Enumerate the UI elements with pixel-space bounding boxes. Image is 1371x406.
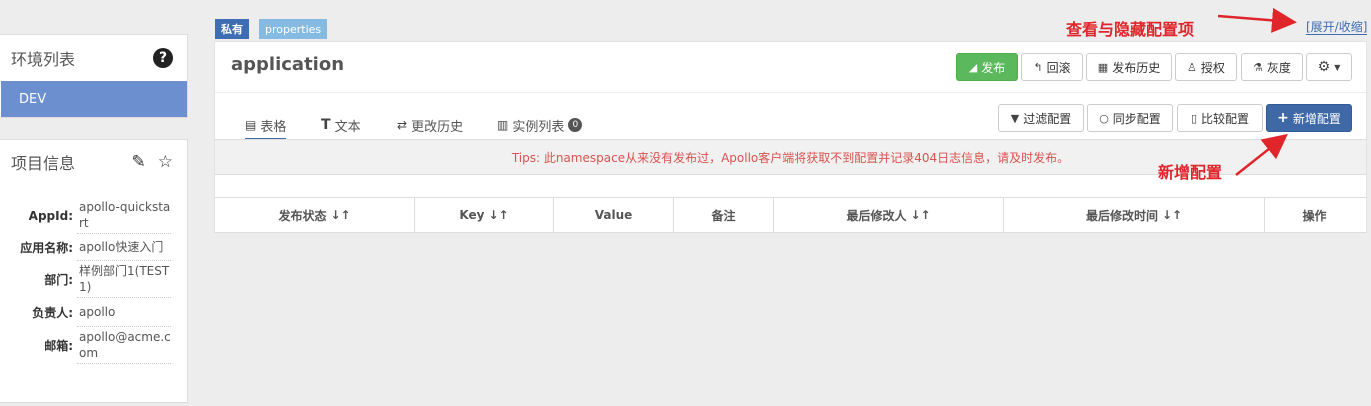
column-label: Value <box>594 208 633 222</box>
settings-dropdown-button[interactable]: ⚙ ▼ <box>1306 53 1352 81</box>
sort-icon: ↓↑ <box>330 208 351 222</box>
column-header-actions: 操作 <box>1265 198 1364 232</box>
filter-icon: ▼ <box>1010 111 1020 125</box>
sort-icon: ↓↑ <box>1161 208 1183 222</box>
info-key: 部门: <box>44 273 73 287</box>
column-header-key[interactable]: Key ↓↑ <box>415 198 554 232</box>
env-list-header: 环境列表 ? <box>0 35 187 81</box>
tab-table[interactable]: ▤ 表格 <box>245 114 287 140</box>
tab-label: 文本 <box>334 119 361 135</box>
column-header-publish-status[interactable]: 发布状态 ↓↑ <box>215 198 415 232</box>
caret-down-icon: ▼ <box>1334 62 1341 72</box>
column-label: 发布状态 <box>278 208 327 223</box>
info-key: 负责人: <box>32 306 73 320</box>
tab-label: 表格 <box>260 119 287 135</box>
gray-release-label: 灰度 <box>1266 60 1291 75</box>
namespace-title: application <box>231 54 345 75</box>
column-header-comment: 备注 <box>674 198 774 232</box>
project-info-title: 项目信息 <box>11 154 76 173</box>
flask-icon: ⚗ <box>1253 60 1263 74</box>
tab-label: 实例列表 <box>512 119 565 135</box>
column-label: 操作 <box>1302 208 1327 223</box>
edit-icon[interactable]: ✎ <box>132 152 146 172</box>
format-tag: properties <box>259 19 328 39</box>
expand-collapse-link[interactable]: [展开/收缩] <box>1306 21 1368 35</box>
env-item-label: DEV <box>19 91 47 107</box>
info-value: apollo <box>77 298 171 327</box>
add-config-label: 新增配置 <box>1292 111 1341 126</box>
text-icon: T <box>321 117 331 133</box>
rollback-icon: ↰ <box>1033 60 1043 74</box>
publish-button[interactable]: ◢ 发布 <box>956 53 1018 81</box>
rollback-label: 回滚 <box>1046 60 1071 75</box>
column-header-last-modified-time[interactable]: 最后修改时间 ↓↑ <box>1004 198 1265 232</box>
tab-label: 更改历史 <box>411 119 464 135</box>
env-list-title: 环境列表 <box>11 50 76 69</box>
gear-icon: ⚙ <box>1317 59 1331 75</box>
annotation-toggle-text: 查看与隐藏配置项 <box>1066 20 1195 39</box>
column-label: Key <box>459 208 485 222</box>
column-header-last-modifier[interactable]: 最后修改人 ↓↑ <box>774 198 1004 232</box>
column-label: 最后修改时间 <box>1085 208 1158 223</box>
grant-button[interactable]: ♙ 授权 <box>1175 53 1237 81</box>
publish-history-button[interactable]: ▦ 发布历史 <box>1086 53 1172 81</box>
instance-count-badge: 0 <box>568 118 583 132</box>
rollback-button[interactable]: ↰ 回滚 <box>1021 53 1083 81</box>
user-icon: ♙ <box>1187 60 1197 74</box>
filter-config-button[interactable]: ▼ 过滤配置 <box>998 104 1084 132</box>
publish-history-label: 发布历史 <box>1112 60 1161 75</box>
calendar-icon: ▦ <box>1097 60 1109 74</box>
instances-icon: ▥ <box>497 118 509 132</box>
publish-label: 发布 <box>981 60 1006 75</box>
tab-change-history[interactable]: ⇄ 更改历史 <box>397 114 463 136</box>
project-info-panel: 项目信息 ✎ ☆ AppId: apollo-quickstart 应用名称: … <box>0 139 188 403</box>
header-divider <box>215 92 1366 93</box>
info-value: apollo-quickstart <box>77 197 171 234</box>
filter-config-label: 过滤配置 <box>1023 111 1072 126</box>
namespace-panel: application ◢ 发布 ↰ 回滚 ▦ 发布历史 ♙ 授权 ⚗ 灰度 ⚙… <box>214 41 1367 233</box>
sync-icon: ○ <box>1099 111 1109 125</box>
info-row-email: 邮箱: apollo@acme.com <box>0 327 189 364</box>
grant-label: 授权 <box>1200 60 1225 75</box>
sort-icon: ↓↑ <box>488 208 509 222</box>
info-row-app-name: 应用名称: apollo快速入门 <box>0 234 189 261</box>
compare-icon: ▯ <box>1190 111 1198 125</box>
column-header-value: Value <box>554 198 674 232</box>
column-label: 备注 <box>711 208 736 223</box>
project-info-header: 项目信息 ✎ ☆ <box>0 140 187 184</box>
compare-config-label: 比较配置 <box>1201 111 1250 126</box>
info-row-owner: 负责人: apollo <box>0 298 189 327</box>
tab-text[interactable]: T 文本 <box>321 114 361 136</box>
add-config-button[interactable]: + 新增配置 <box>1266 104 1352 132</box>
info-value: apollo快速入门 <box>77 234 171 261</box>
config-table-header: 发布状态 ↓↑ Key ↓↑ Value 备注 最后修改人 ↓↑ 最后修改时间 … <box>215 197 1366 233</box>
info-value: apollo@acme.com <box>77 327 171 364</box>
annotation-arrow-toggle <box>1217 7 1297 33</box>
info-row-appid: AppId: apollo-quickstart <box>0 197 189 234</box>
star-icon[interactable]: ☆ <box>158 152 173 172</box>
sort-icon: ↓↑ <box>910 208 931 222</box>
history-icon: ⇄ <box>397 118 408 132</box>
plus-icon: + <box>1277 110 1289 126</box>
compare-config-button[interactable]: ▯ 比较配置 <box>1177 104 1263 132</box>
gray-release-button[interactable]: ⚗ 灰度 <box>1241 53 1303 81</box>
help-icon[interactable]: ? <box>153 48 173 68</box>
annotation-add-text: 新增配置 <box>1158 163 1223 182</box>
sync-config-button[interactable]: ○ 同步配置 <box>1087 104 1173 132</box>
info-key: 应用名称: <box>20 241 73 255</box>
send-icon: ◢ <box>968 60 978 74</box>
env-list-panel: 环境列表 ? DEV <box>0 34 188 118</box>
tab-instances[interactable]: ▥ 实例列表 0 <box>497 114 583 136</box>
env-item-dev[interactable]: DEV <box>1 81 187 117</box>
sync-config-label: 同步配置 <box>1112 111 1161 126</box>
column-label: 最后修改人 <box>846 208 907 223</box>
info-key: AppId: <box>28 208 73 223</box>
project-info-table: AppId: apollo-quickstart 应用名称: apollo快速入… <box>0 197 189 364</box>
info-value: 样例部门1(TEST1) <box>77 261 171 298</box>
table-icon: ▤ <box>245 118 257 132</box>
private-tag: 私有 <box>215 19 249 39</box>
info-key: 邮箱: <box>44 339 73 353</box>
info-row-department: 部门: 样例部门1(TEST1) <box>0 261 189 298</box>
